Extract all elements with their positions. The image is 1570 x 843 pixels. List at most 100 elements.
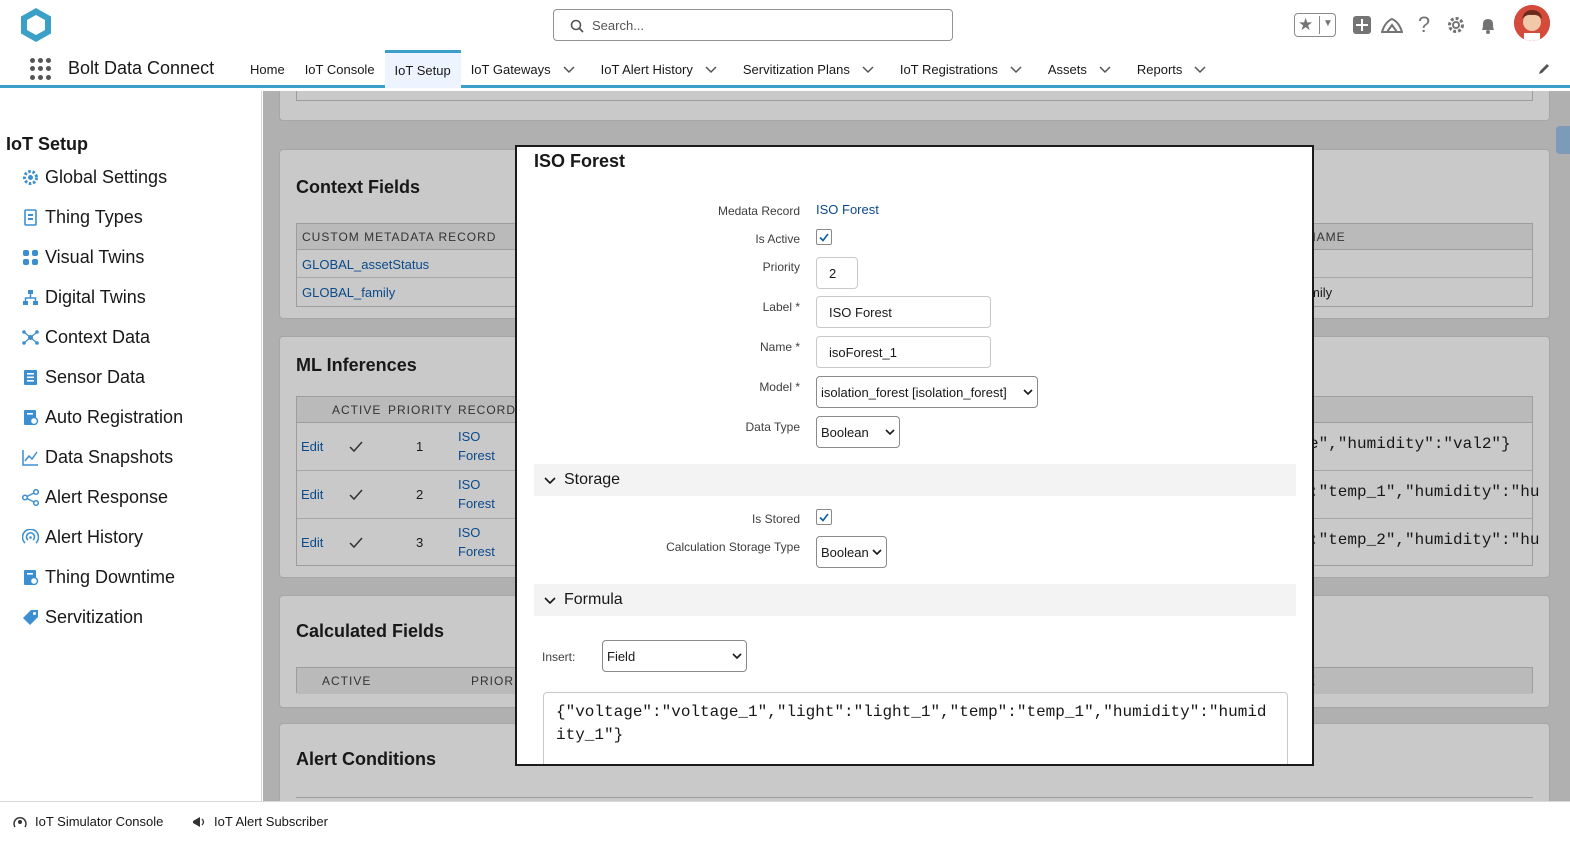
column-header: RECORD bbox=[458, 403, 517, 417]
sidebar-item-label: Data Snapshots bbox=[45, 446, 174, 467]
chevron-down-icon[interactable] bbox=[563, 63, 575, 75]
priority-input[interactable] bbox=[816, 257, 858, 289]
is-active-checkbox[interactable] bbox=[816, 229, 832, 245]
formula-cell: :"temp_2","humidity":"hu bbox=[1309, 531, 1540, 549]
avatar[interactable] bbox=[1514, 5, 1550, 41]
notifications-bell-icon[interactable] bbox=[1476, 13, 1500, 37]
sidebar-item-alert-response[interactable]: Alert Response bbox=[22, 484, 168, 510]
ml-inferences-title: ML Inferences bbox=[296, 355, 417, 375]
search-icon bbox=[570, 19, 584, 33]
edit-link[interactable]: Edit bbox=[301, 487, 323, 502]
storage-section-header[interactable]: Storage bbox=[534, 464, 1296, 496]
collapse-panel-handle[interactable] bbox=[1556, 126, 1570, 154]
chevron-down-icon bbox=[872, 549, 882, 556]
hierarchy-icon bbox=[22, 289, 39, 306]
previous-card bbox=[279, 91, 1550, 121]
record-link[interactable]: ISO bbox=[458, 525, 480, 540]
sidebar-item-servitization[interactable]: Servitization bbox=[22, 604, 143, 630]
sidebar-item-context-data[interactable]: Context Data bbox=[22, 324, 150, 350]
sidebar-item-visual-twins[interactable]: Visual Twins bbox=[22, 244, 144, 270]
edit-link[interactable]: Edit bbox=[301, 535, 323, 550]
sidebar-item-digital-twins[interactable]: Digital Twins bbox=[22, 284, 146, 310]
nav-tab-label: Assets bbox=[1047, 61, 1087, 77]
global-search[interactable] bbox=[553, 9, 953, 41]
setup-gear-icon[interactable] bbox=[1444, 13, 1468, 37]
app-launcher-icon[interactable] bbox=[30, 58, 52, 80]
nav-tab-label: Home bbox=[250, 61, 285, 77]
record-link-line2[interactable]: Forest bbox=[458, 496, 495, 511]
nav-tab-iot-alert-history[interactable]: IoT Alert History bbox=[591, 50, 733, 88]
data-type-select[interactable]: Boolean bbox=[816, 416, 900, 448]
list-icon bbox=[22, 369, 39, 386]
chevron-down-icon bbox=[732, 653, 742, 660]
chevron-down-icon[interactable] bbox=[1099, 63, 1111, 75]
tag-icon bbox=[22, 609, 39, 626]
sidebar-item-data-snapshots[interactable]: Data Snapshots bbox=[22, 444, 173, 470]
record-link[interactable]: ISO bbox=[458, 429, 480, 444]
record-link[interactable]: GLOBAL_family bbox=[302, 285, 395, 300]
favorites-dropdown-icon[interactable]: ▼ bbox=[1323, 18, 1333, 29]
sidebar-item-thing-types[interactable]: Thing Types bbox=[22, 204, 143, 230]
nav-tab-label: IoT Registrations bbox=[899, 61, 998, 77]
help-icon[interactable]: ? bbox=[1412, 12, 1436, 37]
chevron-down-icon bbox=[1023, 389, 1033, 396]
nav-tab-servitization-plans[interactable]: Servitization Plans bbox=[733, 50, 890, 88]
app-logo-icon[interactable] bbox=[18, 6, 54, 44]
record-link-line2[interactable]: Forest bbox=[458, 448, 495, 463]
sidebar-item-global-settings[interactable]: Global Settings bbox=[22, 164, 167, 190]
record-link-line2[interactable]: Forest bbox=[458, 544, 495, 559]
nav-tab-home[interactable]: Home bbox=[240, 50, 295, 88]
nav-tab-reports[interactable]: Reports bbox=[1127, 50, 1223, 88]
nav-tab-iot-setup[interactable]: IoT Setup bbox=[384, 50, 461, 88]
insert-label: Insert: bbox=[542, 650, 576, 664]
line-chart-icon bbox=[22, 449, 39, 466]
sidebar-item-alert-history[interactable]: Alert History bbox=[22, 524, 143, 550]
registration-icon bbox=[22, 409, 39, 426]
model-select[interactable]: isolation_forest [isolation_forest] bbox=[816, 376, 1038, 408]
nav-tab-iot-console[interactable]: IoT Console bbox=[295, 50, 385, 88]
sidebar-item-label: Auto Registration bbox=[45, 406, 184, 427]
name-input[interactable] bbox=[816, 336, 991, 368]
nav-tab-iot-gateways[interactable]: IoT Gateways bbox=[461, 50, 591, 88]
thing-types-icon bbox=[22, 208, 39, 226]
sidebar-item-sensor-data[interactable]: Sensor Data bbox=[22, 364, 145, 390]
is-stored-checkbox[interactable] bbox=[816, 509, 832, 525]
add-icon[interactable] bbox=[1350, 13, 1374, 37]
nav-tab-iot-registrations[interactable]: IoT Registrations bbox=[890, 50, 1038, 88]
favorites-button[interactable]: ★ ▼ bbox=[1294, 13, 1336, 37]
formula-section-header[interactable]: Formula bbox=[534, 584, 1296, 616]
utility-item-label: IoT Alert Subscriber bbox=[214, 814, 328, 829]
favorites-divider bbox=[1319, 16, 1320, 34]
setup-sidebar: IoT Setup Global Settings Thing Types Vi… bbox=[0, 91, 262, 801]
record-link[interactable]: GLOBAL_assetStatus bbox=[302, 257, 429, 272]
global-header: ★ ▼ ? bbox=[0, 0, 1570, 50]
chevron-down-icon[interactable] bbox=[1194, 63, 1206, 75]
chevron-down-icon[interactable] bbox=[1010, 63, 1022, 75]
favorites-star-icon: ★ bbox=[1298, 15, 1314, 34]
utility-bar: IoT Simulator Console IoT Alert Subscrib… bbox=[0, 801, 1570, 843]
calculation-storage-type-select[interactable]: Boolean bbox=[816, 536, 887, 568]
data-type-select-value: Boolean bbox=[821, 424, 869, 440]
chevron-down-icon[interactable] bbox=[705, 63, 717, 75]
edit-link[interactable]: Edit bbox=[301, 439, 323, 454]
sidebar-item-auto-registration[interactable]: Auto Registration bbox=[22, 404, 183, 430]
label-input[interactable] bbox=[816, 296, 991, 328]
insert-field-select[interactable]: Field bbox=[602, 640, 747, 672]
checkmark-icon bbox=[819, 233, 829, 242]
search-input[interactable] bbox=[592, 14, 942, 36]
trailhead-icon[interactable] bbox=[1380, 13, 1404, 37]
edit-nav-pencil-icon[interactable] bbox=[1537, 62, 1551, 76]
nav-tab-assets[interactable]: Assets bbox=[1038, 50, 1127, 88]
record-link[interactable]: ISO bbox=[458, 477, 480, 492]
nav-tab-label: IoT Gateways bbox=[470, 61, 551, 77]
utility-item-label: IoT Simulator Console bbox=[35, 814, 164, 829]
network-icon bbox=[22, 329, 39, 346]
utility-iot-alert-subscriber[interactable]: IoT Alert Subscriber bbox=[192, 814, 328, 829]
metadata-record-link[interactable]: ISO Forest bbox=[816, 202, 879, 217]
utility-iot-simulator-console[interactable]: IoT Simulator Console bbox=[13, 814, 163, 829]
formula-textarea[interactable]: {"voltage":"voltage_1","light":"light_1"… bbox=[543, 692, 1288, 764]
sidebar-item-thing-downtime[interactable]: Thing Downtime bbox=[22, 564, 175, 590]
context-fields-title: Context Fields bbox=[296, 177, 421, 197]
chevron-down-icon[interactable] bbox=[862, 63, 874, 75]
nav-tab-label: IoT Console bbox=[304, 61, 375, 77]
